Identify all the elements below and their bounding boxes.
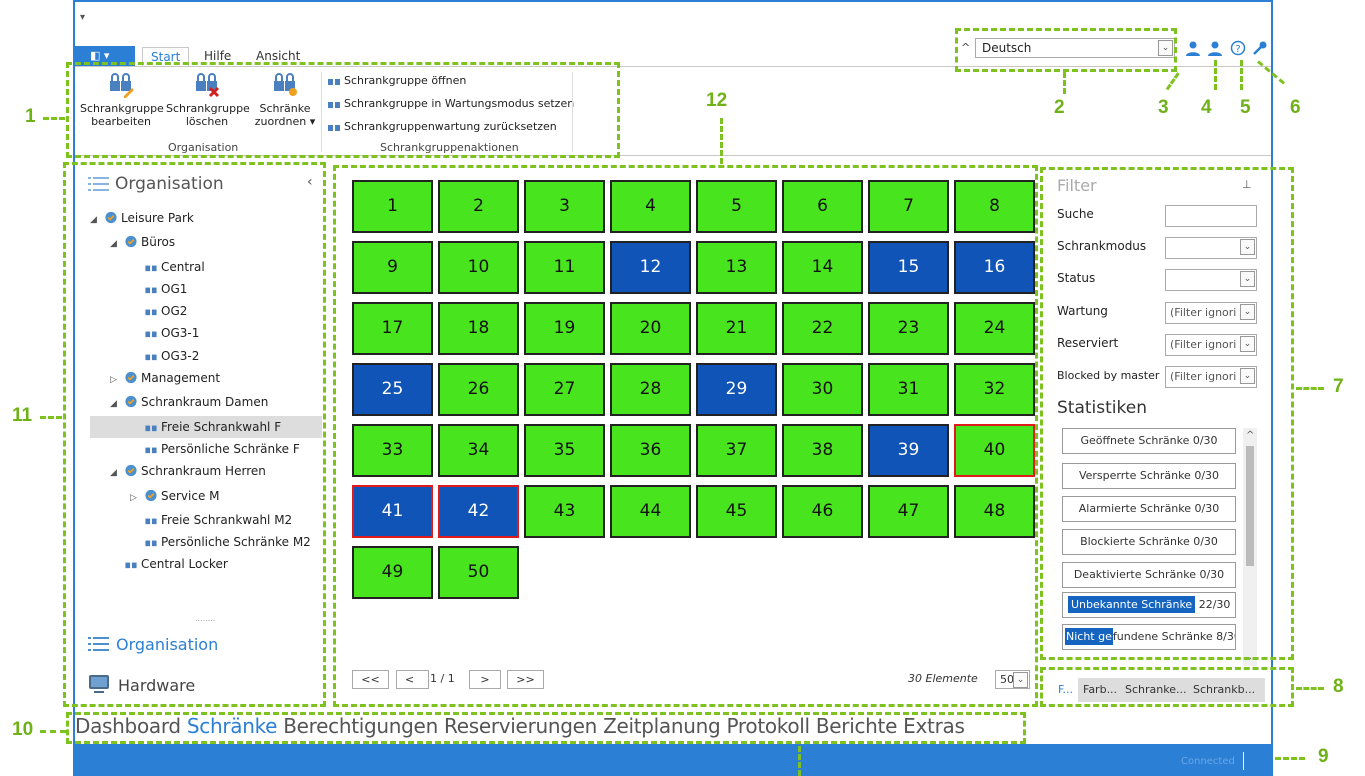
status-separator [1243,752,1244,770]
callout-box-7 [1040,167,1294,660]
callout-box-12 [333,165,1038,707]
svg-text:?: ? [1235,44,1240,55]
callout-box-2 [955,28,1177,72]
user-settings-icon[interactable] [1207,40,1223,56]
callout-line-1 [43,117,65,120]
callout-line-11 [40,416,62,419]
callout-10: 10 [12,719,34,740]
callout-11: 11 [12,405,33,426]
callout-box-8 [1040,667,1294,707]
callout-5: 5 [1240,97,1251,118]
callout-box-10 [66,712,1026,744]
help-icon[interactable]: ? [1230,40,1246,56]
callout-1: 1 [25,106,36,127]
callout-line-4 [1214,60,1217,90]
callout-12: 12 [706,90,728,111]
status-bar [75,744,1273,776]
callout-4: 4 [1201,97,1212,118]
callout-3: 3 [1158,97,1169,118]
quick-access-toolbar[interactable]: ▾ [80,12,85,23]
callout-7: 7 [1333,376,1344,397]
callout-line-7 [1296,387,1324,390]
callout-box-1 [66,62,620,158]
callout-line-12 [720,118,723,164]
callout-line-5 [1240,60,1243,90]
callout-8: 8 [1333,676,1344,697]
user-icon[interactable] [1185,40,1201,56]
callout-6: 6 [1290,97,1301,118]
callout-9: 9 [1318,746,1329,767]
callout-line-9 [1275,757,1305,760]
callout-line-8 [1296,687,1324,690]
callout-line-10 [40,730,66,733]
callout-line-9b [798,746,801,776]
connection-status: Connected [1181,756,1235,767]
callout-box-11 [63,162,326,707]
key-icon[interactable] [1252,40,1268,56]
callout-2: 2 [1054,97,1065,118]
callout-line-2 [1063,72,1066,94]
